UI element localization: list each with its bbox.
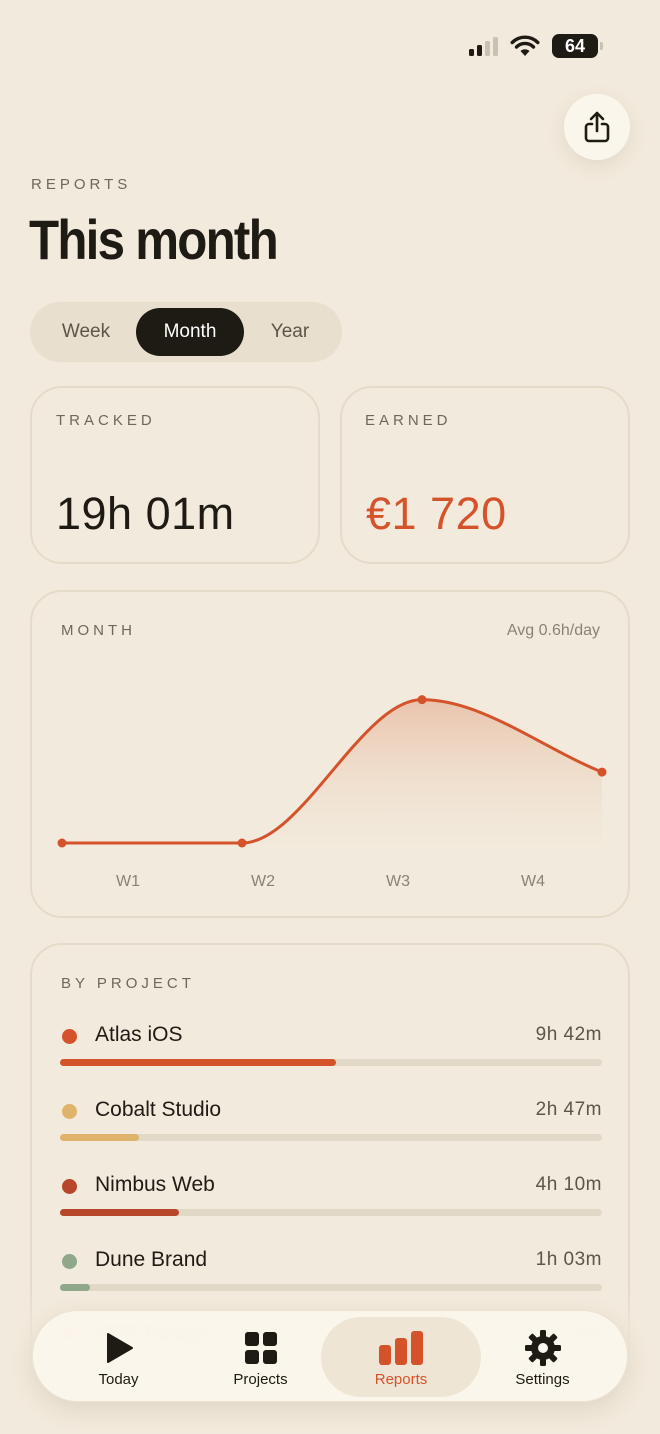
bar-chart-icon — [378, 1327, 424, 1369]
project-color-dot — [62, 1179, 77, 1194]
project-progress-track — [60, 1209, 602, 1216]
cellular-signal-icon — [469, 36, 498, 56]
x-tick-label-w2: W2 — [251, 873, 275, 890]
tab-today-label: Today — [98, 1371, 139, 1388]
share-button[interactable] — [564, 94, 630, 160]
page-title: This month — [29, 208, 279, 271]
tab-projects-label: Projects — [233, 1371, 288, 1388]
tab-bar: Today Projects Reports Settings — [32, 1310, 628, 1402]
project-time: 2h 47m — [535, 1099, 602, 1120]
chart-point-w1 — [57, 838, 67, 848]
project-progress-track — [60, 1134, 602, 1141]
earned-value: €1 720 — [366, 488, 507, 539]
project-progress-track — [60, 1059, 602, 1066]
x-tick-label-w3: W3 — [386, 873, 410, 890]
project-time: 1h 03m — [535, 1249, 602, 1270]
tracked-label: TRACKED — [56, 412, 156, 429]
tab-settings-label: Settings — [515, 1371, 570, 1388]
segment-week[interactable]: Week — [36, 308, 136, 356]
chart-point-w2 — [237, 838, 247, 848]
chart-point-w4 — [597, 767, 607, 777]
project-time: 4h 10m — [535, 1174, 602, 1195]
tab-reports-label: Reports — [374, 1371, 428, 1388]
chart-area-fill — [62, 699, 602, 854]
project-name: Dune Brand — [95, 1248, 208, 1271]
segment-year[interactable]: Year — [244, 308, 336, 356]
period-segmented-control: Week Month Year — [30, 302, 342, 362]
project-name: Cobalt Studio — [95, 1098, 222, 1121]
project-progress-fill — [60, 1059, 337, 1066]
section-eyebrow: REPORTS — [31, 176, 132, 193]
grid-icon — [244, 1327, 278, 1369]
project-color-dot — [62, 1104, 77, 1119]
x-tick-label-w1: W1 — [116, 873, 140, 890]
tab-reports[interactable]: Reports — [321, 1317, 481, 1397]
earned-label: EARNED — [365, 412, 452, 429]
project-name: Nimbus Web — [95, 1173, 215, 1196]
project-name: Atlas iOS — [95, 1023, 183, 1046]
wifi-icon — [510, 35, 540, 56]
project-color-dot — [62, 1029, 77, 1044]
project-progress-fill — [60, 1209, 179, 1216]
tracked-card: TRACKED 19h 01m — [30, 386, 320, 564]
project-time: 9h 42m — [535, 1024, 602, 1045]
play-icon — [103, 1327, 135, 1369]
month-chart-card: MONTH Avg 0.6h/day W1 W2 W3 W4 — [30, 590, 630, 918]
earned-card: EARNED €1 720 — [340, 386, 630, 564]
battery-icon: 64 — [552, 34, 603, 58]
project-color-dot — [62, 1254, 77, 1269]
share-icon — [584, 111, 610, 143]
segment-month[interactable]: Month — [136, 308, 244, 356]
x-tick-label-w4: W4 — [521, 873, 545, 890]
project-progress-fill — [60, 1134, 140, 1141]
tab-today[interactable]: Today — [41, 1317, 196, 1397]
tab-projects[interactable]: Projects — [183, 1317, 338, 1397]
month-area-chart: W1 W2 W3 W4 — [57, 695, 607, 890]
chart-point-w3 — [417, 695, 427, 705]
tracked-value: 19h 01m — [56, 488, 235, 539]
by-project-label: BY PROJECT — [61, 975, 195, 992]
gear-icon — [524, 1327, 562, 1369]
tab-settings[interactable]: Settings — [465, 1317, 620, 1397]
status-bar: 64 — [469, 34, 603, 58]
